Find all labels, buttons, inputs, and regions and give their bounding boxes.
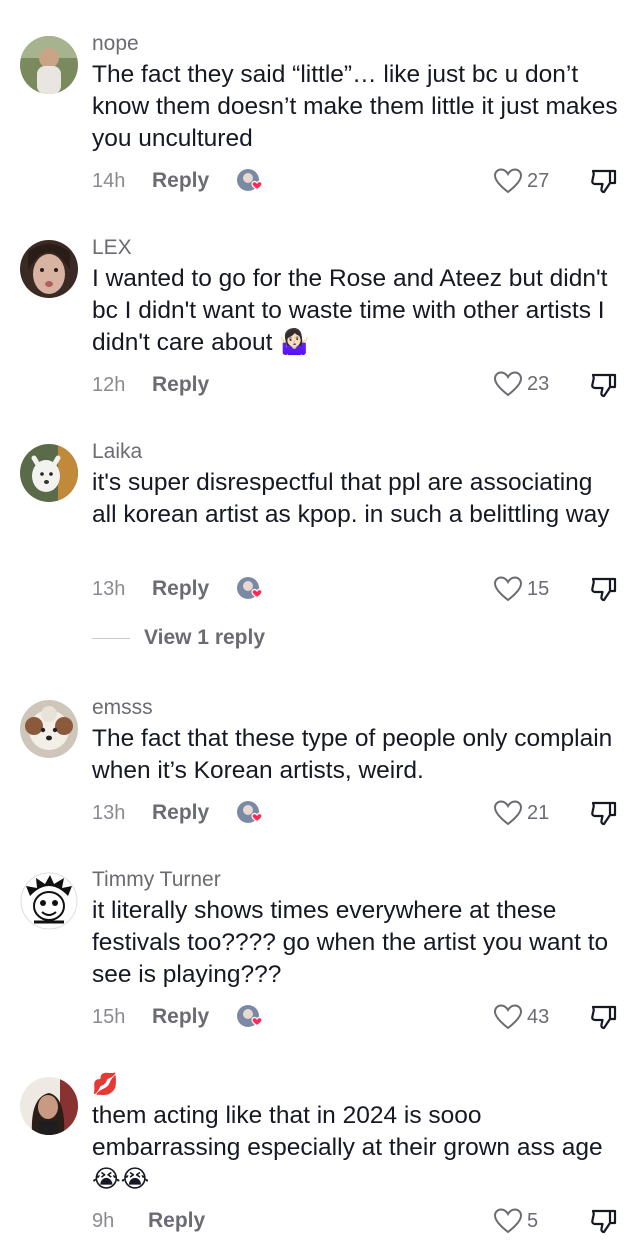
view-replies-button[interactable]: View 1 reply [92, 626, 265, 650]
comment-time: 13h [92, 801, 126, 824]
like-button[interactable]: 27 [493, 165, 549, 197]
reply-button[interactable]: Reply [152, 801, 209, 825]
heart-outline-icon [493, 1004, 523, 1030]
comment-username[interactable]: 💋 [92, 1073, 118, 1097]
comment-emoji: 😭😭 [92, 1166, 150, 1193]
comment-text-body: them acting like that in 2024 is sooo em… [92, 1102, 603, 1161]
avatar-drawing-icon [20, 872, 78, 930]
reply-button[interactable]: Reply [152, 1005, 209, 1029]
avatar-photo-icon [20, 1077, 78, 1135]
creator-liked-icon [237, 169, 263, 191]
like-button[interactable]: 15 [493, 573, 549, 605]
like-button[interactable]: 5 [493, 1205, 538, 1237]
comment-meta: 12h Reply [92, 369, 209, 401]
creator-liked-icon [237, 1005, 263, 1027]
comment-meta: 13h Reply [92, 797, 265, 829]
like-button[interactable]: 21 [493, 797, 549, 829]
comment-text: it's super disrespectful that ppl are as… [92, 469, 610, 528]
comment-text: them acting like that in 2024 is sooo em… [92, 1100, 622, 1196]
avatar[interactable] [20, 240, 78, 298]
like-count: 15 [527, 577, 550, 600]
avatar[interactable] [20, 700, 78, 758]
comment-meta: 15h Reply [92, 1001, 265, 1033]
heart-outline-icon [493, 800, 523, 826]
reply-button[interactable]: Reply [152, 577, 209, 601]
comment-username[interactable]: nope [92, 32, 139, 56]
like-count: 21 [527, 801, 550, 824]
comment-text-body: I wanted to go for the Rose and Ateez bu… [92, 265, 608, 356]
like-count: 27 [527, 169, 550, 192]
comment-time: 14h [92, 169, 126, 192]
comment-time: 15h [92, 1005, 126, 1028]
like-count: 5 [527, 1209, 539, 1232]
like-button[interactable]: 43 [493, 1001, 549, 1033]
avatar[interactable] [20, 1077, 78, 1135]
avatar[interactable] [20, 444, 78, 502]
heart-outline-icon [493, 1208, 523, 1234]
comment-time: 12h [92, 373, 126, 396]
heart-outline-icon [493, 576, 523, 602]
reply-button[interactable]: Reply [152, 169, 209, 193]
comment-username[interactable]: Timmy Turner [92, 868, 221, 892]
comment-time: 13h [92, 577, 126, 600]
comment-text: The fact that these type of people only … [92, 725, 613, 784]
creator-liked-icon [237, 801, 263, 823]
avatar-photo-icon [20, 36, 78, 94]
reply-button[interactable]: Reply [152, 373, 209, 397]
like-count: 43 [527, 1005, 550, 1028]
comment-username[interactable]: LEX [92, 236, 132, 260]
avatar[interactable] [20, 872, 78, 930]
comment-meta: 14h Reply [92, 165, 265, 197]
like-button[interactable]: 23 [493, 368, 549, 400]
avatar-photo-icon [20, 240, 78, 298]
thumbs-down-icon[interactable] [589, 574, 619, 604]
creator-liked-icon [237, 577, 263, 599]
thumbs-down-icon[interactable] [589, 1206, 619, 1236]
comment-text: I wanted to go for the Rose and Ateez bu… [92, 263, 622, 359]
heart-outline-icon [493, 371, 523, 397]
view-replies-label: View 1 reply [144, 626, 266, 649]
thumbs-down-icon[interactable] [589, 1002, 619, 1032]
thumbs-down-icon[interactable] [589, 370, 619, 400]
thumbs-down-icon[interactable] [589, 166, 619, 196]
comment-time: 9h [92, 1209, 115, 1232]
comment-emoji: 🤷🏻‍♀️ [279, 329, 310, 356]
avatar-photo-icon [20, 444, 78, 502]
comment-text: The fact they said “little”… like just b… [92, 61, 618, 152]
comment-username[interactable]: emsss [92, 696, 153, 720]
comment-text: it literally shows times everywhere at t… [92, 897, 609, 988]
comment-meta: 9h Reply [92, 1205, 205, 1237]
avatar[interactable] [20, 36, 78, 94]
comment-meta: 13h Reply [92, 573, 265, 605]
comment-username[interactable]: Laika [92, 440, 142, 464]
avatar-photo-icon [20, 700, 78, 758]
like-count: 23 [527, 372, 550, 395]
reply-button[interactable]: Reply [148, 1209, 205, 1233]
thumbs-down-icon[interactable] [589, 798, 619, 828]
view-replies-divider [92, 637, 130, 639]
heart-outline-icon [493, 168, 523, 194]
